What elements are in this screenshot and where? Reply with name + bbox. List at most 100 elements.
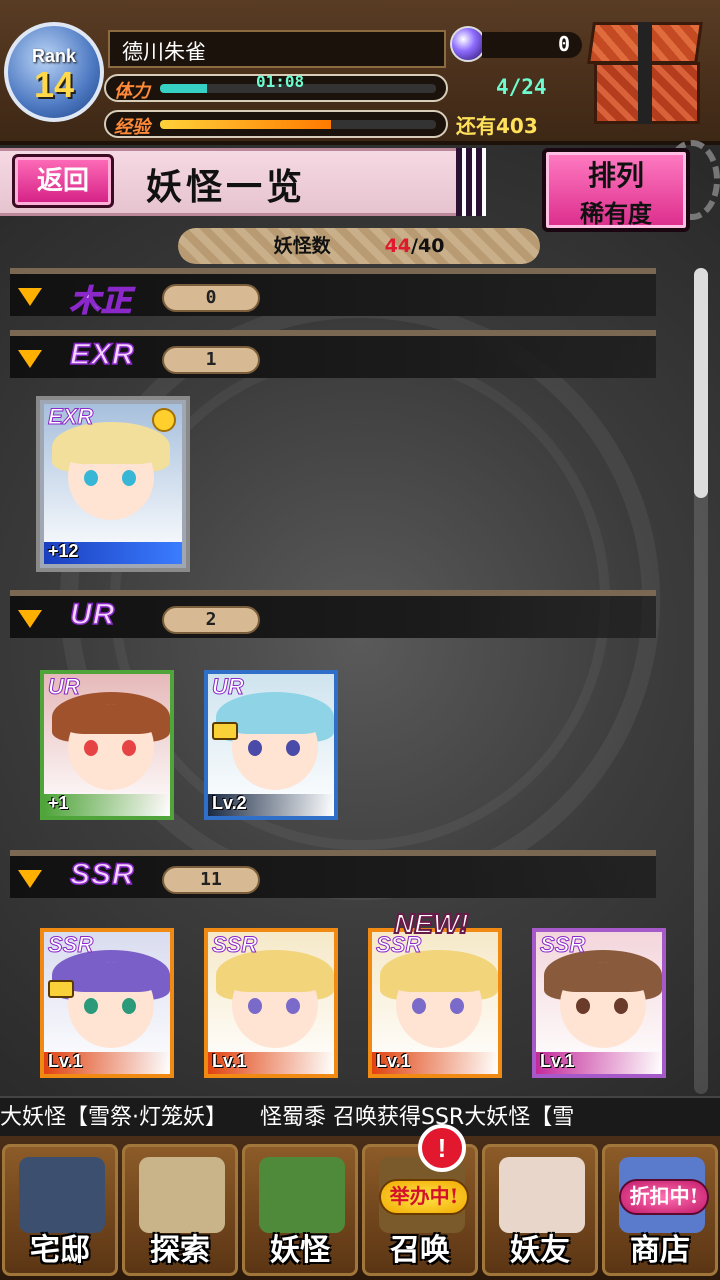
character-bangs <box>230 962 320 992</box>
character-eye <box>614 998 628 1014</box>
character-eye <box>248 740 262 756</box>
card-rarity: EXR <box>47 404 94 430</box>
character-eye <box>84 470 98 486</box>
character-eye <box>84 998 98 1014</box>
scrollbar-thumb[interactable] <box>694 268 708 498</box>
exp-label: 经验 <box>114 117 150 138</box>
rarity-section-header[interactable]: 木正 0 <box>10 268 656 319</box>
yokai-count-max: /40 <box>411 235 445 257</box>
character-eye <box>412 998 426 1014</box>
character-eye <box>286 998 300 1014</box>
bottom-nav: 宅邸 探索 妖怪 举办中! 召唤 妖友 折扣中! 商店 <box>0 1136 720 1280</box>
stamina-bar: 体力 01:08 <box>104 72 448 102</box>
news-ticker: 大妖怪【雪祭·灯笼妖】 怪蜀黍 召唤获得SSR大妖怪【雪 <box>0 1096 720 1136</box>
exp-fill <box>160 120 332 129</box>
card-rarity: SSR <box>211 932 258 958</box>
app-root: Rank 14 德川朱雀 体力 01:08 经验 0 4/24 还有403 返回… <box>0 0 720 1280</box>
rank-value: 14 <box>33 64 75 105</box>
nav-picture-icon <box>139 1157 225 1233</box>
nav-item[interactable]: 探索 <box>122 1144 238 1276</box>
status-header: Rank 14 德川朱雀 体力 01:08 经验 0 4/24 还有403 <box>0 0 720 145</box>
nav-item[interactable]: 妖怪 <box>242 1144 358 1276</box>
yokai-card[interactable]: UR +1 <box>40 670 174 820</box>
rarity-section-header[interactable]: SSR 11 <box>10 850 656 898</box>
character-bangs <box>66 962 156 992</box>
yokai-card[interactable]: SSR Lv.1 <box>532 928 666 1078</box>
nav-picture-icon <box>19 1157 105 1233</box>
card-rarity: SSR <box>47 932 94 958</box>
character-bangs <box>558 962 648 992</box>
present-box-icon[interactable] <box>586 18 714 130</box>
news-ticker-text: 大妖怪【雪祭·灯笼妖】 怪蜀黍 召唤获得SSR大妖怪【雪 <box>0 1105 575 1130</box>
rarity-section-header[interactable]: UR 2 <box>10 590 656 638</box>
rarity-section-header[interactable]: EXR 1 <box>10 330 656 378</box>
lock-icon <box>48 980 74 998</box>
exp-remaining: 还有403 <box>456 114 538 138</box>
nav-event-badge: 折扣中! <box>619 1179 709 1215</box>
yokai-count-bar: 妖怪数 44/40 <box>178 228 540 264</box>
nav-item[interactable]: 折扣中! 商店 <box>602 1144 718 1276</box>
collapse-arrow-icon <box>18 610 42 628</box>
collapse-arrow-icon <box>18 870 42 888</box>
nav-label: 宅邸 <box>30 1233 90 1268</box>
character-eye <box>576 998 590 1014</box>
rarity-count: 1 <box>162 346 260 374</box>
sort-button[interactable]: 排列 稀有度 <box>542 148 690 232</box>
collapse-arrow-icon <box>18 350 42 368</box>
nav-item[interactable]: 妖友 <box>482 1144 598 1276</box>
yokai-card[interactable]: EXR +12 <box>36 396 190 572</box>
rarity-label: UR <box>69 597 116 632</box>
back-button[interactable]: 返回 <box>12 154 114 208</box>
gem-orb-icon <box>450 26 486 62</box>
stamina-label: 体力 <box>114 81 150 102</box>
card-level: +1 <box>48 793 69 813</box>
character-eye <box>84 740 98 756</box>
player-name: 德川朱雀 <box>108 30 446 68</box>
nav-label: 探索 <box>150 1233 210 1268</box>
yokai-card[interactable]: SSR Lv.1 <box>204 928 338 1078</box>
rarity-label: 木正 <box>69 284 132 319</box>
collapse-arrow-icon <box>18 288 42 306</box>
rank-badge[interactable]: Rank 14 <box>4 22 104 122</box>
new-badge: NEW! <box>393 907 470 940</box>
yokai-card[interactable]: SSR Lv.1 <box>368 928 502 1078</box>
page-title: 妖怪一览 <box>146 166 307 208</box>
card-level: Lv.1 <box>48 1051 83 1071</box>
lock-icon <box>212 722 238 740</box>
character-bangs <box>230 704 320 734</box>
yokai-card[interactable]: UR Lv.2 <box>204 670 338 820</box>
yokai-count-current: 44 <box>384 235 412 257</box>
stamina-count: 4/24 <box>496 75 547 99</box>
title-decoration <box>456 148 486 216</box>
summon-alert-badge: ! <box>418 1124 466 1172</box>
nav-picture-icon <box>499 1157 585 1233</box>
character-eye <box>122 470 136 486</box>
nav-picture-icon <box>259 1157 345 1233</box>
stamina-timer: 01:08 <box>256 72 305 91</box>
card-level: +12 <box>48 541 79 561</box>
nav-item[interactable]: 举办中! 召唤 <box>362 1144 478 1276</box>
rarity-count: 11 <box>162 866 260 894</box>
character-eye <box>122 998 136 1014</box>
character-eye <box>286 740 300 756</box>
card-rarity: UR <box>212 674 245 700</box>
nav-label: 妖怪 <box>270 1233 330 1268</box>
nav-label: 召唤 <box>390 1233 450 1268</box>
character-eye <box>122 740 136 756</box>
card-level: Lv.2 <box>212 793 247 813</box>
sort-label: 排列 <box>587 159 644 192</box>
card-level: Lv.1 <box>212 1051 247 1071</box>
rarity-count: 2 <box>162 606 260 634</box>
sort-value: 稀有度 <box>580 199 652 228</box>
character-eye <box>248 998 262 1014</box>
stamina-fill <box>160 84 207 93</box>
nav-item[interactable]: 宅邸 <box>2 1144 118 1276</box>
card-level: Lv.1 <box>376 1051 411 1071</box>
medal-icon <box>152 408 176 432</box>
rarity-count: 0 <box>162 284 260 312</box>
character-bangs <box>394 962 484 992</box>
yokai-card[interactable]: SSR Lv.1 <box>40 928 174 1078</box>
gem-count: 0 <box>482 32 582 58</box>
rarity-label: EXR <box>69 337 135 372</box>
card-rarity: SSR <box>539 932 586 958</box>
